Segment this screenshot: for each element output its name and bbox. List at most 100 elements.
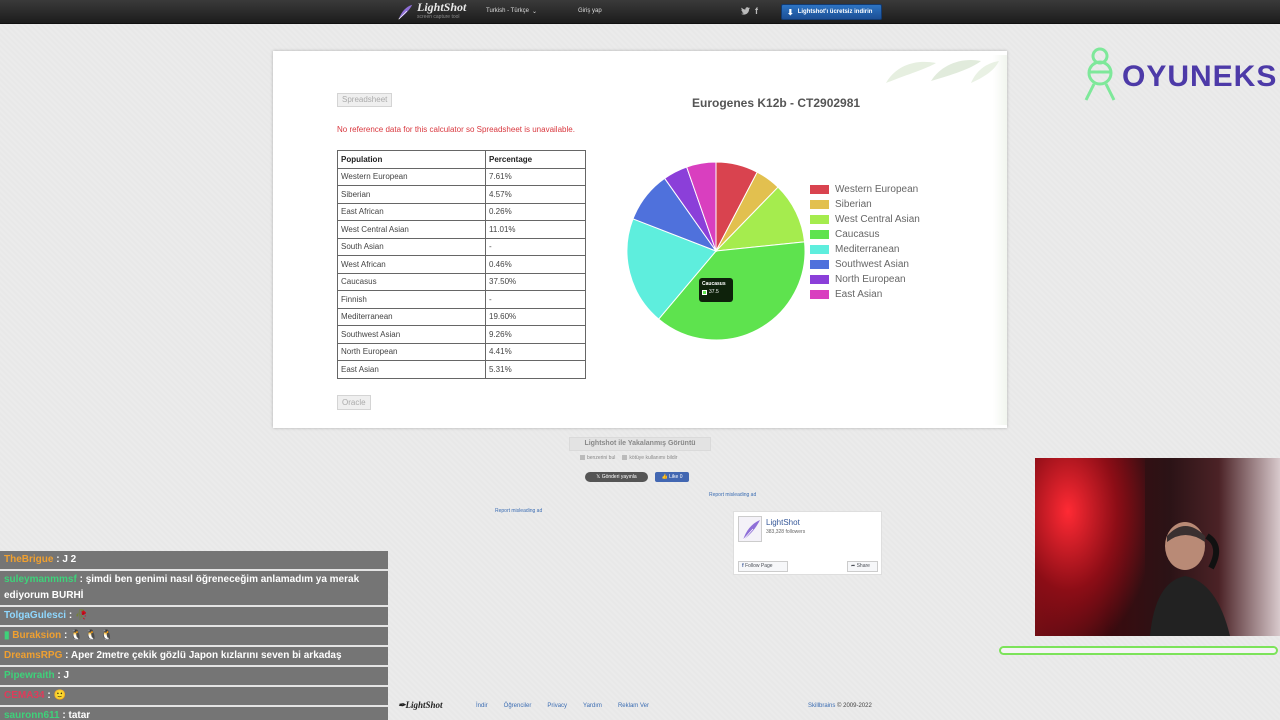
login-link[interactable]: Giriş yap (578, 8, 602, 14)
footer-links: İndir Öğrenciler Privacy Yardım Reklam V… (476, 703, 649, 709)
lightshot-logo[interactable]: LightShot screen capture tool (396, 0, 467, 22)
chat-username: DreamsRPG (4, 650, 63, 661)
legend-label: West Central Asian (835, 214, 920, 225)
chat-message: ▮ Buraksion : 🐧 🐧 🐧 (0, 627, 388, 647)
table-row: Finnish - (337, 290, 586, 309)
progress-bar (999, 646, 1278, 655)
feather-icon (398, 4, 413, 20)
card-decoration-strip (993, 55, 1007, 425)
chart-title: Eurogenes K12b - CT2902981 (692, 96, 861, 110)
facebook-icon[interactable]: f (755, 6, 758, 16)
population-cell: Siberian (337, 185, 486, 204)
spreadsheet-button[interactable]: Spreadsheet (337, 93, 393, 107)
emote-icon: 🥀 (74, 610, 88, 621)
legend-item[interactable]: Caucasus (810, 227, 920, 242)
chat-text: : Aper 2metre çekik gözlü Japon kızların… (65, 650, 342, 661)
tooltip-title: Caucasus (702, 281, 726, 287)
legend-item[interactable]: West Central Asian (810, 212, 920, 227)
legend-item[interactable]: North European (810, 272, 920, 287)
feather-icon: ✒ (398, 700, 406, 710)
facebook-like-button[interactable]: 👍 Like 0 (655, 472, 689, 482)
footer-link-download[interactable]: İndir (476, 703, 488, 709)
population-cell: Mediterranean (337, 307, 486, 326)
find-similar-link[interactable]: benzerini bul (580, 455, 615, 461)
share-button[interactable]: ➦ Share (847, 561, 878, 572)
population-cell: East Asian (337, 360, 486, 379)
legend-swatch (810, 275, 829, 284)
footer-link-students[interactable]: Öğrenciler (504, 703, 532, 709)
chat-text: : J 2 (56, 554, 77, 565)
copyright: Skillbrains © 2009-2022 (808, 703, 872, 709)
emote-icon: 🐧 🐧 🐧 (70, 630, 114, 641)
facebook-page-widget: LightShot 383,328 followers f Follow Pag… (733, 511, 882, 575)
oracle-button[interactable]: Oracle (337, 395, 371, 410)
chat-username: TheBrigue (4, 554, 54, 565)
legend-swatch (810, 290, 829, 299)
footer-logo[interactable]: ✒LightShot (398, 700, 443, 711)
chat-username: Buraksion (12, 630, 62, 641)
legend-label: Siberian (835, 199, 872, 210)
streamer-figure (1150, 522, 1230, 636)
language-select[interactable]: Turkish - Türkçe ⌄ (482, 5, 541, 19)
population-cell: North European (337, 342, 486, 361)
legend-item[interactable]: Western European (810, 182, 920, 197)
percentage-cell: 7.61% (485, 167, 586, 186)
chat-text: : tatar (62, 710, 91, 720)
camera-icon (580, 455, 585, 461)
language-value: Turkish - Türkçe (486, 8, 530, 14)
legend-item[interactable]: Mediterranean (810, 242, 920, 257)
population-cell: Caucasus (337, 272, 486, 291)
chat-text: : (47, 690, 51, 701)
population-cell: South Asian (337, 237, 486, 256)
emote-icon: 🙂 (53, 690, 66, 701)
table-row: Southwest Asian 9.26% (337, 325, 586, 344)
legend-label: East Asian (835, 289, 883, 300)
report-ad-link[interactable]: Report misleading ad (709, 492, 756, 498)
legend-swatch (810, 185, 829, 194)
footer-link-help[interactable]: Yardım (583, 703, 602, 709)
chat-message: TolgaGulesci : 🥀 (0, 607, 388, 627)
page-followers: 383,328 followers (766, 529, 806, 535)
legend-item[interactable]: East Asian (810, 287, 920, 302)
chat-text: : J (57, 670, 70, 681)
table-row: Western European 7.61% (337, 167, 586, 186)
population-cell: East African (337, 202, 486, 221)
page-name[interactable]: LightShot (766, 518, 800, 527)
stream-chat: TheBrigue : J 2 suleymanmmsf : şimdi ben… (0, 551, 388, 720)
copyright-text: © 2009-2022 (837, 703, 872, 709)
legend-swatch (810, 260, 829, 269)
mascot-icon (1084, 47, 1116, 101)
twitter-icon[interactable] (741, 7, 750, 17)
download-button[interactable]: ⬇ Lightshot'ı ücretsiz indirin (781, 4, 882, 20)
chat-username: sauronn611 (4, 710, 60, 720)
oyuneks-logo: OYUNEKS (1080, 46, 1280, 104)
chart-legend: Western European Siberian West Central Asi… (810, 182, 920, 302)
legend-swatch (810, 245, 829, 254)
percentage-cell: - (485, 290, 586, 309)
footer-link-advertise[interactable]: Reklam Ver (618, 703, 649, 709)
table-row: East African 0.26% (337, 202, 586, 221)
footer-link-privacy[interactable]: Privacy (547, 703, 567, 709)
badge-icon: ▮ (4, 630, 10, 641)
company-link[interactable]: Skillbrains (808, 703, 835, 709)
page-avatar[interactable] (738, 516, 762, 542)
report-abuse-link[interactable]: kötüye kullanımı bildir (622, 455, 677, 461)
chat-message: DreamsRPG : Aper 2metre çekik gözlü Japo… (0, 647, 388, 667)
percentage-cell: 0.46% (485, 255, 586, 274)
population-cell: West Central Asian (337, 220, 486, 239)
pie-chart[interactable] (624, 159, 808, 343)
table-row: West African 0.46% (337, 255, 586, 274)
legend-item[interactable]: Siberian (810, 197, 920, 212)
tweet-button[interactable]: 𝕏 Gönderi yayınla (585, 472, 648, 482)
oyuneks-brand: OYUNEKS (1122, 60, 1278, 93)
legend-label: Western European (835, 184, 919, 195)
brand-name: LightShot screen capture tool (417, 0, 467, 20)
column-header-population: Population (337, 150, 486, 169)
legend-item[interactable]: Southwest Asian (810, 257, 920, 272)
report-ad-link[interactable]: Report misleading ad (495, 508, 542, 514)
follow-page-button[interactable]: f Follow Page (738, 561, 788, 572)
chevron-down-icon: ⌄ (532, 9, 538, 15)
population-cell: West African (337, 255, 486, 274)
percentage-cell: 11.01% (485, 220, 586, 239)
tooltip-swatch (702, 289, 707, 295)
